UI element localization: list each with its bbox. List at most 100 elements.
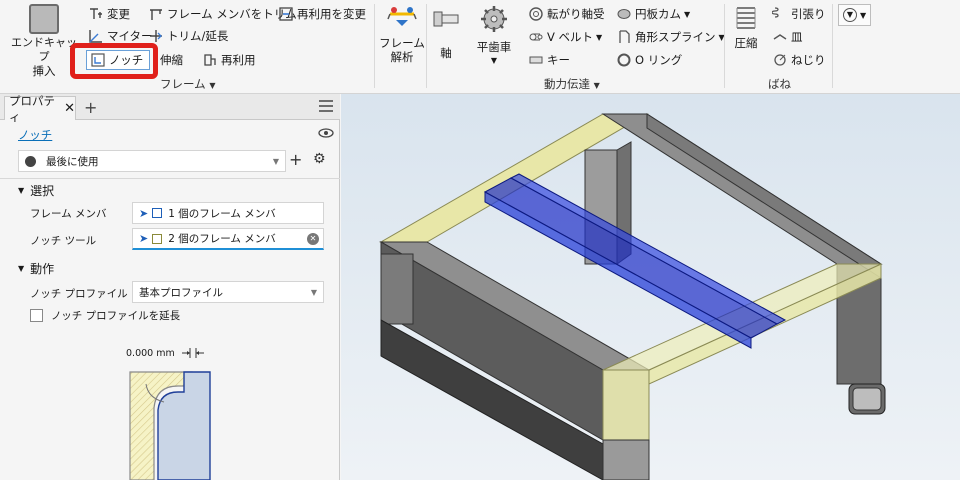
frame-member-selector[interactable]: ➤ 1 個のフレーム メンバ (132, 202, 324, 224)
close-icon[interactable]: ✕ (64, 101, 75, 116)
notch-tool-selector[interactable]: ➤ 2 個のフレーム メンバ ✕ (132, 228, 324, 250)
frame-analysis-label-1: フレーム (379, 36, 425, 50)
extend-profile-checkbox[interactable] (30, 309, 43, 322)
change-icon (88, 6, 104, 22)
right-beam-front (646, 113, 882, 279)
spline-icon (616, 29, 632, 45)
notch-highlight-box (70, 43, 158, 79)
power-transmission-panel-label[interactable]: 動力伝達 ▼ (544, 76, 600, 92)
notch-profile-label: ノッチ プロファイル (30, 288, 128, 300)
3d-viewport[interactable] (341, 94, 960, 480)
trim-extend-icon (148, 28, 164, 44)
change-button[interactable]: 変更 (88, 5, 130, 23)
ribbon-separator (374, 4, 375, 88)
section-behavior-header[interactable]: ▼ 動作 (18, 260, 54, 277)
property-tabbar: プロパティ ✕ + (0, 94, 340, 124)
trim-extend-label: トリム/延長 (167, 29, 229, 43)
frame-analysis-label-2: 解析 (390, 50, 414, 64)
trim-extend-button[interactable]: トリム/延長 (148, 27, 228, 45)
notch-tool-value: 2 個のフレーム メンバ (168, 233, 276, 245)
chevron-down-icon: ▼ (310, 287, 317, 297)
vbelt-icon (528, 29, 544, 45)
ribbon: エンドキャップ 挿入 変更 マイター ノッチ フレーム メンバをトリム トリム/… (0, 0, 960, 94)
frame-member-label: フレーム メンバ (30, 208, 107, 220)
clock-icon (25, 155, 36, 167)
spur-gear-button[interactable]: 平歯車 ▼ (470, 4, 518, 68)
left-post (380, 253, 414, 325)
feature-header: ノッチ (18, 126, 334, 144)
trim-to-frame-icon (148, 6, 164, 22)
spur-gear-label: 平歯車 (476, 40, 512, 54)
vbelt-label: V ベルト (547, 30, 594, 44)
spring-panel-label: ばね (768, 76, 791, 92)
panel-menu-icon[interactable] (318, 99, 334, 116)
extend-profile-row[interactable]: ノッチ プロファイルを延長 (30, 308, 180, 323)
preset-dropdown[interactable]: 最後に使用 ▼ (18, 150, 286, 172)
spline-button[interactable]: 角形スプライン ▼ (616, 28, 725, 46)
torsion-spring-button[interactable]: ねじり (772, 51, 826, 69)
section-behavior-label: 動作 (30, 262, 55, 276)
extend-profile-label: ノッチ プロファイルを延長 (51, 310, 181, 322)
section-select-header[interactable]: ▼ 選択 (18, 182, 54, 199)
chevron-down-icon: ▼ (596, 32, 603, 42)
belleville-label: 皿 (791, 30, 803, 44)
spring-panel-text: ばね (768, 77, 791, 91)
notch-profile-value: 基本プロファイル (139, 286, 223, 299)
tab-properties[interactable]: プロパティ ✕ (4, 94, 76, 124)
bearing-button[interactable]: 転がり軸受 (528, 5, 605, 23)
gear-icon[interactable]: ⚙ (313, 151, 326, 167)
section-select-label: 選択 (30, 184, 55, 198)
front-yellow-end (602, 369, 650, 441)
feature-name-link[interactable]: ノッチ (18, 127, 52, 143)
extension-spring-button[interactable]: 引張り (771, 5, 826, 23)
chevron-down-icon: ▼ (272, 156, 279, 166)
spring-icon (731, 4, 761, 34)
vbelt-button[interactable]: V ベルト ▼ (528, 28, 602, 46)
reuse-button[interactable]: 再利用 (202, 51, 256, 69)
front-post (602, 439, 650, 480)
shaft-button[interactable]: 軸 (430, 4, 462, 60)
chevron-down-icon: ▼ (209, 81, 216, 90)
property-panel: プロパティ ✕ + ノッチ 最後に使用 ▼ + ⚙ ▼ 選択 フレーム メンバ … (0, 94, 340, 480)
disc-cam-button[interactable]: 円板カム ▼ (616, 5, 690, 23)
clear-selection-icon[interactable]: ✕ (307, 232, 319, 245)
change-reuse-button[interactable]: 再利用を変更 (278, 5, 366, 23)
belleville-spring-button[interactable]: 皿 (772, 28, 803, 46)
frame-analysis-button[interactable]: フレーム 解析 (378, 4, 426, 64)
change-reuse-icon (278, 6, 294, 22)
ribbon-separator (426, 4, 427, 88)
lengthen-button[interactable]: 伸縮 (160, 51, 183, 69)
frame-member-value: 1 個のフレーム メンバ (168, 207, 276, 220)
dimension-arrows-icon (180, 346, 206, 363)
belleville-icon (772, 29, 788, 45)
oring-label: O リング (635, 53, 683, 67)
miter-icon (88, 28, 104, 44)
ribbon-options-dropdown[interactable]: ▼ ▼ (838, 4, 872, 26)
notch-profile-dropdown[interactable]: 基本プロファイル ▼ (132, 281, 324, 303)
change-label: 変更 (107, 7, 130, 21)
eye-icon[interactable] (318, 126, 334, 143)
frame-analysis-icon (386, 4, 418, 34)
properties-tab-label: プロパティ (9, 93, 55, 124)
ribbon-separator (724, 4, 725, 88)
notch-profile-preview (126, 364, 216, 480)
disc-cam-label: 円板カム (635, 7, 681, 21)
chevron-down-icon: ▼ (860, 10, 867, 20)
compression-label: 圧縮 (734, 36, 758, 50)
offset-readout: 0.000 mm (126, 348, 175, 359)
chevron-down-icon: ▼ (490, 56, 498, 65)
frame-member-icon (152, 208, 163, 218)
compression-spring-button[interactable]: 圧縮 (726, 4, 766, 50)
spline-label: 角形スプライン (635, 30, 716, 44)
oring-button[interactable]: O リング (616, 51, 682, 69)
change-reuse-label: 再利用を変更 (297, 7, 366, 21)
key-button[interactable]: キー (528, 51, 570, 69)
gear-icon (479, 4, 509, 34)
extension-spring-icon (771, 6, 788, 22)
frame-panel-label[interactable]: フレーム ▼ (160, 76, 215, 92)
torsion-label: ねじり (791, 53, 826, 67)
add-preset-icon[interactable]: + (289, 150, 302, 169)
add-tab-icon[interactable]: + (84, 98, 97, 117)
trim-to-frame-button[interactable]: フレーム メンバをトリム (148, 5, 297, 23)
cursor-arrow-icon: ➤ (139, 206, 149, 220)
